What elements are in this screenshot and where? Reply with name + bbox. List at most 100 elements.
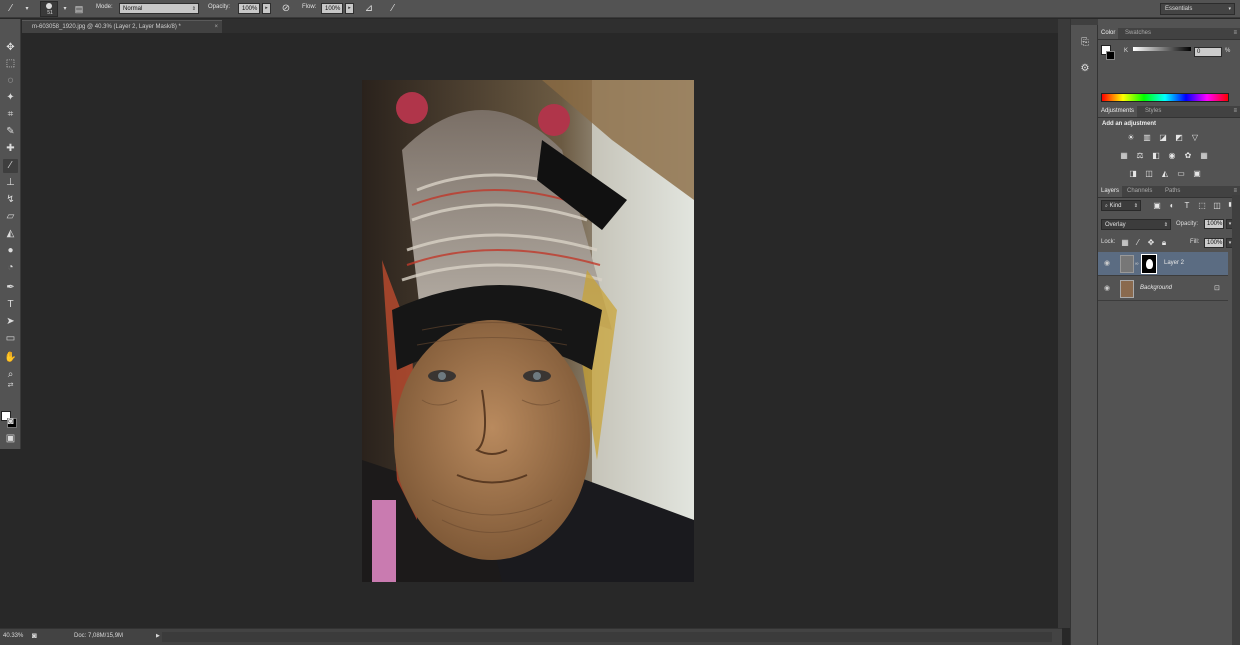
layer-row-layer-2[interactable]: ◉ ∞ Layer 2 — [1098, 252, 1228, 276]
levels-icon[interactable]: ▥ — [1142, 133, 1152, 142]
layer-filter-kind-select[interactable]: ⌕ Kind ⇕ — [1101, 200, 1141, 211]
zoom-tool-icon[interactable]: ⌕ — [3, 368, 18, 382]
properties-panel-icon[interactable]: ⚙ — [1077, 61, 1093, 77]
fill-input[interactable]: 100% — [1204, 238, 1224, 248]
hand-tool-icon[interactable]: ✋ — [3, 351, 18, 365]
tab-layers[interactable]: Layers — [1098, 186, 1123, 197]
k-slider[interactable] — [1133, 47, 1191, 51]
tab-swatches[interactable]: Swatches — [1122, 28, 1154, 39]
quick-mask-icon[interactable]: ◙ — [3, 415, 18, 429]
airbrush-icon[interactable]: ⊿ — [362, 2, 376, 16]
workspace-select[interactable]: Essentials ▾ — [1160, 3, 1235, 15]
lock-position-icon[interactable]: ✥ — [1146, 238, 1156, 247]
color-spectrum-ramp[interactable] — [1101, 93, 1229, 102]
layer-name[interactable]: Background — [1140, 285, 1172, 291]
path-selection-tool-icon[interactable]: ➤ — [3, 315, 18, 329]
filter-type-icon[interactable]: T — [1182, 201, 1192, 210]
eyedropper-tool-icon[interactable]: ✎ — [3, 125, 18, 139]
layers-panel-scrollbar[interactable] — [1232, 195, 1240, 645]
lock-transparency-icon[interactable]: ▦ — [1120, 238, 1130, 247]
filter-adjustment-icon[interactable]: ◐ — [1167, 201, 1177, 210]
eye-icon[interactable]: ◉ — [1102, 284, 1112, 293]
color-background-swatch[interactable] — [1106, 51, 1115, 60]
status-menu-arrow-icon[interactable]: ▶ — [156, 633, 160, 639]
curves-icon[interactable]: ◪ — [1158, 133, 1168, 142]
dock-grip[interactable] — [1071, 19, 1099, 25]
color-balance-icon[interactable]: ⚖ — [1135, 151, 1145, 160]
bw-icon[interactable]: ◧ — [1151, 151, 1161, 160]
move-tool-icon[interactable]: ✥ — [3, 41, 18, 55]
exposure-icon[interactable]: ◩ — [1174, 133, 1184, 142]
close-icon[interactable]: × — [214, 21, 218, 33]
tab-adjustments[interactable]: Adjustments — [1098, 106, 1138, 117]
type-tool-icon[interactable]: T — [3, 298, 18, 312]
vibrance-icon[interactable]: ▽ — [1190, 133, 1200, 142]
flow-input[interactable]: 100% — [321, 3, 343, 14]
vertical-scrollbar[interactable] — [1058, 19, 1070, 628]
layer-row-background[interactable]: ◉ Background ⊡ — [1098, 277, 1228, 301]
brush-dropdown-icon[interactable]: ▾ — [58, 2, 72, 16]
lock-all-icon[interactable]: 🔒︎ — [1159, 238, 1169, 247]
options-bar: ⁄ ▾ 51 ▾ ▤ Mode: Normal ⇕ Opacity: 100% ▸… — [0, 0, 1240, 18]
link-icon[interactable]: ∞ — [1135, 261, 1139, 267]
pressure-opacity-icon[interactable]: ⊘ — [279, 2, 293, 16]
filter-pixel-icon[interactable]: ▣ — [1152, 201, 1162, 210]
document-image[interactable] — [362, 80, 694, 582]
marquee-tool-icon[interactable]: ⬚ — [3, 57, 18, 71]
tab-paths[interactable]: Paths — [1162, 186, 1183, 197]
tool-preset-dropdown-icon[interactable]: ▾ — [20, 2, 34, 16]
swap-colors-icon[interactable]: ⇄ — [3, 381, 18, 391]
rectangle-tool-icon[interactable]: ▭ — [3, 332, 18, 346]
pen-tool-icon[interactable]: ✒ — [3, 281, 18, 295]
paint-bucket-tool-icon[interactable]: ◭ — [3, 227, 18, 241]
zoom-level[interactable]: 40.33% — [3, 633, 23, 639]
panel-menu-icon[interactable]: ≡ — [1233, 28, 1237, 39]
lasso-tool-icon[interactable]: ◌ — [3, 74, 18, 88]
tab-styles[interactable]: Styles — [1142, 106, 1164, 117]
mode-select[interactable]: Normal ⇕ — [119, 3, 199, 14]
dodge-tool-icon[interactable]: ◔ — [3, 261, 18, 275]
history-panel-icon[interactable]: ⎘ — [1077, 35, 1093, 51]
opacity-slider-toggle[interactable]: ▸ — [262, 3, 271, 14]
status-info-icon[interactable]: ◙ — [32, 631, 37, 640]
clone-stamp-tool-icon[interactable]: ⊥ — [3, 176, 18, 190]
horizontal-scrollbar[interactable] — [162, 632, 1052, 642]
selective-color-icon[interactable]: ▣ — [1192, 169, 1202, 178]
filter-shape-icon[interactable]: ⬚ — [1197, 201, 1207, 210]
healing-brush-tool-icon[interactable]: ✚ — [3, 142, 18, 156]
blur-tool-icon[interactable]: ● — [3, 244, 18, 258]
brush-preset-picker[interactable]: 51 — [40, 1, 58, 17]
posterize-icon[interactable]: ◫ — [1144, 169, 1154, 178]
opacity-input[interactable]: 100% — [238, 3, 260, 14]
layer-mask-thumbnail[interactable] — [1141, 254, 1157, 274]
gradient-map-icon[interactable]: ▭ — [1176, 169, 1186, 178]
layer-name[interactable]: Layer 2 — [1164, 260, 1184, 266]
brush-tool-icon[interactable]: ⁄ — [3, 159, 18, 173]
eye-icon[interactable]: ◉ — [1102, 259, 1112, 268]
quick-selection-tool-icon[interactable]: ✦ — [3, 91, 18, 105]
color-lookup-icon[interactable]: ▦ — [1199, 151, 1209, 160]
tab-color[interactable]: Color — [1098, 28, 1119, 39]
crop-tool-icon[interactable]: ⌗ — [3, 108, 18, 122]
panel-menu-icon[interactable]: ≡ — [1233, 106, 1237, 117]
flow-slider-toggle[interactable]: ▸ — [345, 3, 354, 14]
k-value-field[interactable]: 0 — [1194, 47, 1222, 57]
screen-mode-icon[interactable]: ▣ — [3, 432, 18, 446]
blend-mode-select[interactable]: Overlay ⇕ — [1101, 219, 1171, 230]
filter-smart-object-icon[interactable]: ◫ — [1212, 201, 1222, 210]
invert-icon[interactable]: ◨ — [1128, 169, 1138, 178]
layer-opacity-input[interactable]: 100% — [1204, 219, 1224, 229]
history-brush-tool-icon[interactable]: ↯ — [3, 193, 18, 207]
pressure-size-icon[interactable]: ⁄ — [386, 2, 400, 16]
brush-panel-toggle-icon[interactable]: ▤ — [72, 2, 86, 16]
hue-icon[interactable]: ▦ — [1119, 151, 1129, 160]
eraser-tool-icon[interactable]: ▱ — [3, 210, 18, 224]
tab-channels[interactable]: Channels — [1124, 186, 1155, 197]
lock-image-icon[interactable]: ⁄ — [1133, 238, 1143, 247]
channel-mixer-icon[interactable]: ✿ — [1183, 151, 1193, 160]
document-tab[interactable]: m-603058_1920.jpg @ 40.3% (Layer 2, Laye… — [22, 20, 222, 33]
brightness-icon[interactable]: ☀ — [1126, 133, 1136, 142]
photo-filter-icon[interactable]: ◉ — [1167, 151, 1177, 160]
brush-tool-icon[interactable]: ⁄ — [4, 2, 18, 16]
threshold-icon[interactable]: ◭ — [1160, 169, 1170, 178]
